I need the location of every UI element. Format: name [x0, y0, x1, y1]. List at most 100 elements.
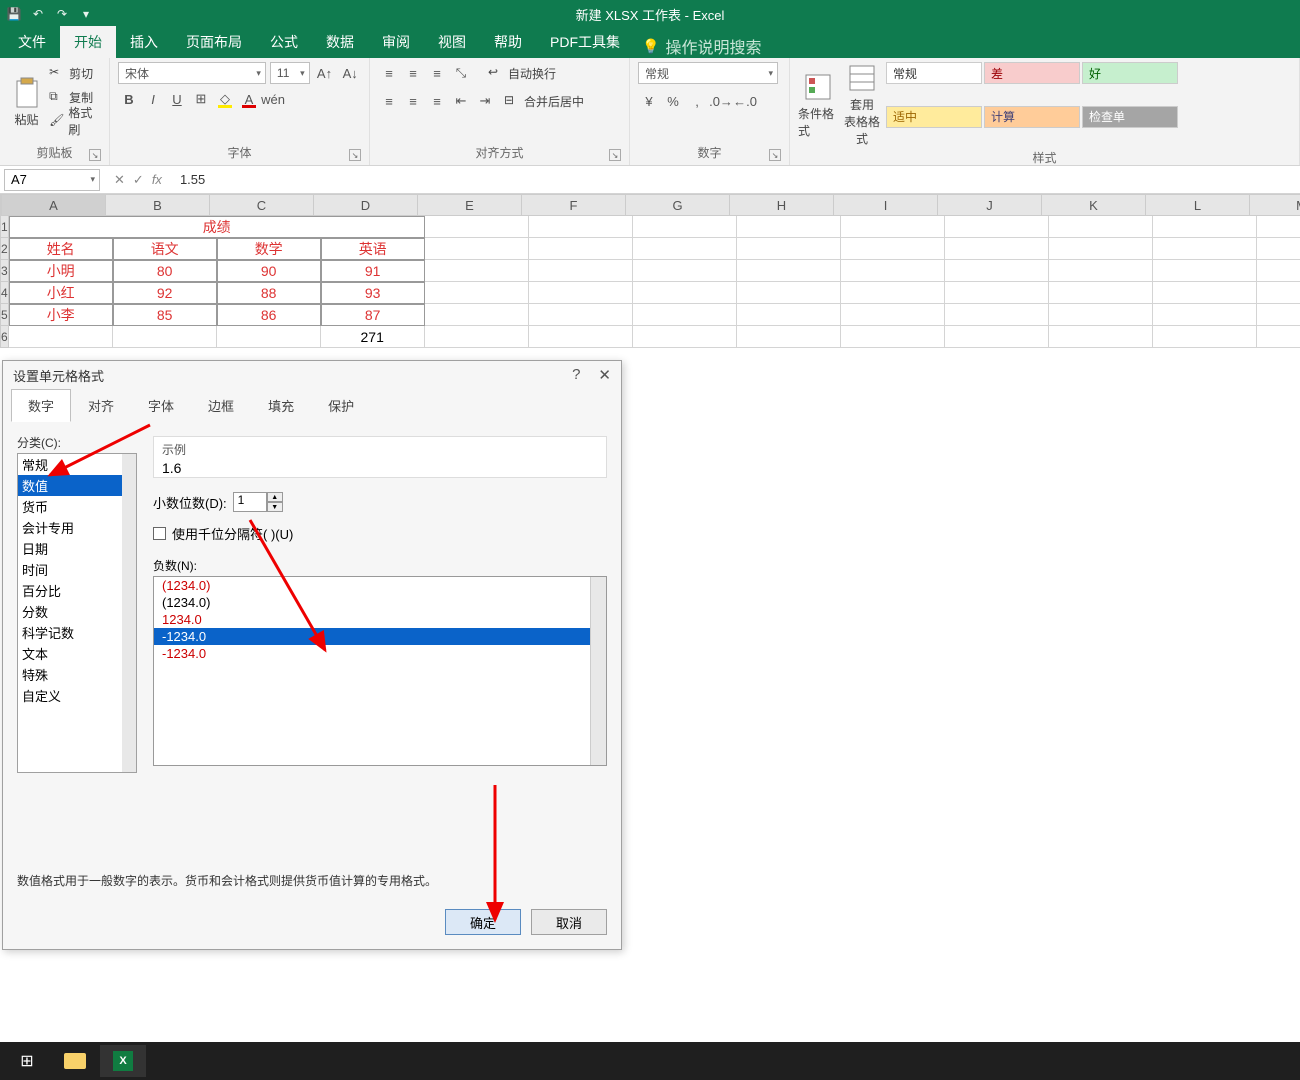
cell[interactable]	[737, 238, 841, 260]
font-dialog-launcher[interactable]: ↘	[349, 149, 361, 161]
cell[interactable]	[1153, 326, 1257, 348]
cell[interactable]: 成绩	[9, 216, 425, 238]
cell[interactable]	[633, 216, 737, 238]
spinner-down-icon[interactable]: ▼	[267, 502, 283, 512]
cell[interactable]	[633, 304, 737, 326]
tab-home[interactable]: 开始	[60, 26, 116, 58]
negative-format-item[interactable]: -1234.0	[154, 645, 606, 662]
cell[interactable]: 93	[321, 282, 425, 304]
decrease-decimal-icon[interactable]: ←.0	[734, 90, 756, 112]
column-header[interactable]: I	[834, 194, 938, 216]
style-cell[interactable]: 计算	[984, 106, 1080, 128]
cell[interactable]	[1153, 304, 1257, 326]
cell[interactable]	[633, 282, 737, 304]
cell[interactable]	[1049, 304, 1153, 326]
row-header[interactable]: 3	[0, 260, 9, 282]
tab-file[interactable]: 文件	[4, 26, 60, 58]
column-header[interactable]: J	[938, 194, 1042, 216]
cell[interactable]: 英语	[321, 238, 425, 260]
cell[interactable]	[1257, 260, 1300, 282]
cell[interactable]	[529, 216, 633, 238]
underline-button[interactable]: U	[166, 88, 188, 110]
cell[interactable]	[841, 260, 945, 282]
cell[interactable]	[1049, 282, 1153, 304]
cell[interactable]: 85	[113, 304, 217, 326]
category-item[interactable]: 会计专用	[18, 517, 136, 538]
tab-pagelayout[interactable]: 页面布局	[172, 26, 256, 58]
decrease-indent-icon[interactable]: ⇤	[450, 90, 472, 112]
bold-button[interactable]: B	[118, 88, 140, 110]
center-align-icon[interactable]: ≡	[402, 90, 424, 112]
cell[interactable]	[1257, 216, 1300, 238]
tab-view[interactable]: 视图	[424, 26, 480, 58]
format-painter-button[interactable]: 🖌格式刷	[49, 110, 101, 132]
cell[interactable]	[945, 260, 1049, 282]
category-item[interactable]: 自定义	[18, 685, 136, 706]
cell[interactable]: 小明	[9, 260, 113, 282]
cell[interactable]: 小李	[9, 304, 113, 326]
dlg-tab-fill[interactable]: 填充	[251, 389, 311, 422]
left-align-icon[interactable]: ≡	[378, 90, 400, 112]
format-as-table-button[interactable]: 套用 表格格式	[842, 62, 882, 147]
dlg-tab-alignment[interactable]: 对齐	[71, 389, 131, 422]
cell[interactable]: 271	[321, 326, 425, 348]
row-header[interactable]: 5	[0, 304, 9, 326]
cell[interactable]	[1153, 260, 1257, 282]
category-item[interactable]: 时间	[18, 559, 136, 580]
category-item[interactable]: 百分比	[18, 580, 136, 601]
spinner-up-icon[interactable]: ▲	[267, 492, 283, 502]
category-item[interactable]: 特殊	[18, 664, 136, 685]
cell[interactable]: 语文	[113, 238, 217, 260]
ok-button[interactable]: 确定	[445, 909, 521, 935]
cell[interactable]	[737, 260, 841, 282]
tab-data[interactable]: 数据	[312, 26, 368, 58]
orientation-icon[interactable]: ⤡	[450, 62, 472, 84]
cell[interactable]: 90	[217, 260, 321, 282]
dialog-help-icon[interactable]: ?	[572, 366, 580, 384]
conditional-formatting-button[interactable]: 条件格式	[798, 62, 838, 147]
style-cell[interactable]: 常规	[886, 62, 982, 84]
cell[interactable]	[633, 238, 737, 260]
bottom-align-icon[interactable]: ≡	[426, 62, 448, 84]
cell[interactable]	[737, 326, 841, 348]
cell[interactable]	[945, 216, 1049, 238]
alignment-dialog-launcher[interactable]: ↘	[609, 149, 621, 161]
negative-format-item[interactable]: (1234.0)	[154, 594, 606, 611]
category-item[interactable]: 科学记数	[18, 622, 136, 643]
style-cell[interactable]: 差	[984, 62, 1080, 84]
column-header[interactable]: A	[2, 194, 106, 216]
cell[interactable]	[737, 304, 841, 326]
cell[interactable]	[1153, 282, 1257, 304]
dlg-tab-border[interactable]: 边框	[191, 389, 251, 422]
confirm-formula-icon[interactable]: ✓	[133, 172, 144, 188]
cell[interactable]: 88	[217, 282, 321, 304]
cell[interactable]: 86	[217, 304, 321, 326]
dialog-title-bar[interactable]: 设置单元格格式 ? ✕	[3, 361, 621, 389]
cell[interactable]	[425, 238, 529, 260]
border-button[interactable]: ⊞	[190, 88, 212, 110]
cell[interactable]	[1049, 216, 1153, 238]
cell-styles-gallery[interactable]: 常规差好适中计算检查单	[886, 62, 1178, 147]
cell[interactable]: 91	[321, 260, 425, 282]
category-item[interactable]: 数值	[18, 475, 136, 496]
cell[interactable]	[425, 304, 529, 326]
row-header[interactable]: 1	[0, 216, 9, 238]
excel-taskbar-button[interactable]: X	[100, 1045, 146, 1077]
tab-insert[interactable]: 插入	[116, 26, 172, 58]
row-header[interactable]: 4	[0, 282, 9, 304]
cut-button[interactable]: ✂剪切	[49, 62, 101, 84]
start-button[interactable]: ⊞	[4, 1045, 50, 1077]
column-header[interactable]: G	[626, 194, 730, 216]
percent-format-icon[interactable]: %	[662, 90, 684, 112]
cell[interactable]	[425, 326, 529, 348]
cancel-button[interactable]: 取消	[531, 909, 607, 935]
cell[interactable]	[529, 282, 633, 304]
italic-button[interactable]: I	[142, 88, 164, 110]
phonetic-button[interactable]: wén	[262, 88, 284, 110]
style-cell[interactable]: 检查单	[1082, 106, 1178, 128]
tab-pdftools[interactable]: PDF工具集	[536, 26, 634, 58]
qat-customize-icon[interactable]: ▾	[78, 6, 94, 22]
accounting-format-icon[interactable]: ¥	[638, 90, 660, 112]
cell[interactable]	[945, 282, 1049, 304]
paste-button[interactable]: 粘贴	[8, 62, 45, 142]
